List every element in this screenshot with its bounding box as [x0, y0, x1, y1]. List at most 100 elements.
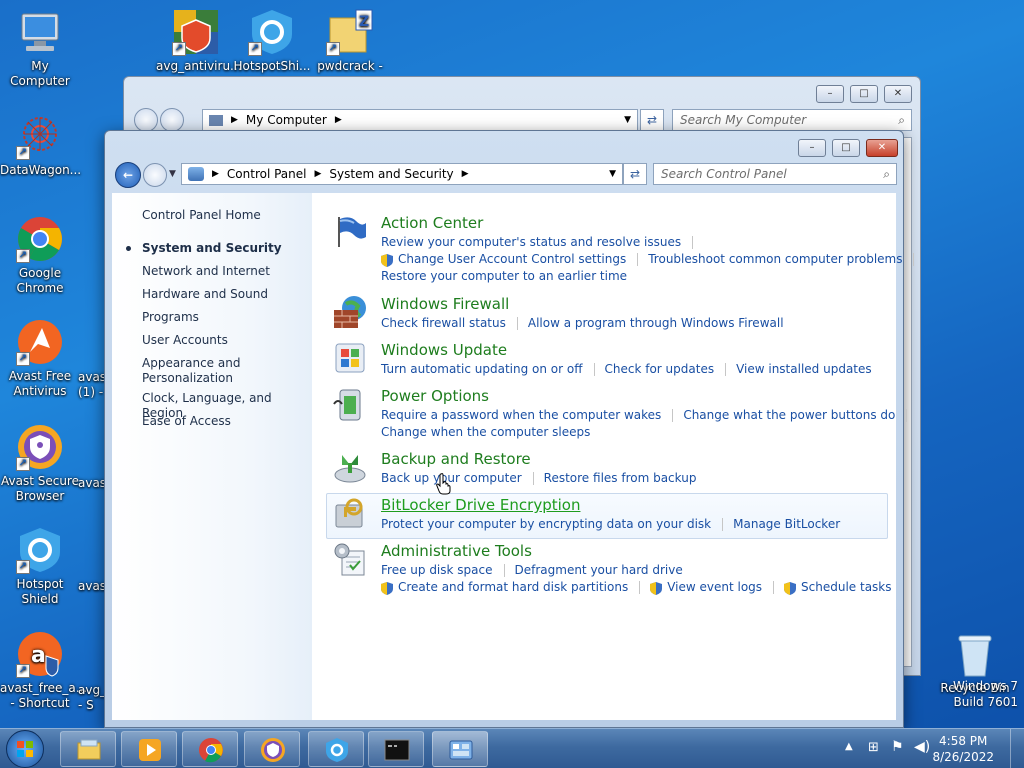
task-link[interactable]: Schedule tasks [801, 579, 891, 595]
desktop-icon-my-computer[interactable]: My Computer [0, 8, 80, 89]
action-center-flag-icon [332, 213, 368, 249]
system-clock[interactable]: 4:58 PM 8/26/2022 [932, 733, 994, 765]
show-hidden-icons-icon[interactable]: ▲ [845, 741, 853, 752]
category-title[interactable]: Backup and Restore [381, 449, 531, 469]
taskbar-explorer[interactable] [60, 731, 116, 767]
task-link[interactable]: View installed updates [736, 361, 872, 377]
task-link[interactable]: Change when the computer sleeps [381, 424, 590, 440]
sidebar-item-appearance[interactable]: Appearance and Personalization [142, 356, 262, 386]
sidebar-item-network-and-internet[interactable]: Network and Internet [142, 264, 270, 279]
taskbar-control-panel[interactable] [432, 731, 488, 767]
volume-icon[interactable]: ◀) [914, 739, 930, 755]
refresh-button[interactable]: ⇄ [640, 109, 664, 131]
forward-button[interactable] [160, 108, 184, 132]
sidebar-item-hardware-and-sound[interactable]: Hardware and Sound [142, 287, 268, 302]
desktop-icon-label: avast_free_a... - Shortcut [0, 681, 88, 710]
task-link[interactable]: Review your computer's status and resolv… [381, 234, 681, 250]
task-link[interactable]: Troubleshoot common computer problems [648, 251, 902, 267]
category-title[interactable]: BitLocker Drive Encryption [381, 495, 580, 515]
start-button[interactable] [6, 730, 44, 768]
folder-icon [77, 739, 101, 760]
minimize-button[interactable]: – [798, 139, 826, 157]
show-desktop-button[interactable] [1010, 729, 1024, 768]
task-link[interactable]: Restore your computer to an earlier time [381, 268, 627, 284]
taskbar-media-player[interactable] [121, 731, 177, 767]
desktop-icon-avg-antivirus[interactable]: ↗ avg_antiviru... [156, 8, 242, 74]
back-button[interactable]: ← [115, 162, 141, 188]
desktop-icon-datawagon[interactable]: ↗ DataWagon... [0, 112, 81, 178]
task-link[interactable]: Check firewall status [381, 315, 506, 331]
sidebar-item-ease-of-access[interactable]: Ease of Access [142, 414, 231, 429]
category-title[interactable]: Windows Update [381, 340, 507, 360]
task-link[interactable]: Require a password when the computer wak… [381, 407, 661, 423]
desktop-icon-hotspotshield-top[interactable]: ↗ HotspotShi... [232, 8, 312, 74]
address-bar[interactable]: ▶ My Computer ▶ ▼ [202, 109, 638, 131]
task-link[interactable]: Check for updates [605, 361, 715, 377]
desktop-icon-hotspot-shield[interactable]: ↗ Hotspot Shield [0, 526, 80, 607]
sidebar-item-system-and-security[interactable]: System and Security [142, 241, 282, 256]
network-icon[interactable]: ⊞ [868, 740, 879, 755]
desktop-icon-label: Avast Free Antivirus [8, 369, 72, 398]
dropdown-arrow-icon[interactable]: ▼ [609, 169, 616, 179]
action-center-flag-icon[interactable]: ⚑ [891, 739, 904, 755]
category-title[interactable]: Administrative Tools [381, 541, 532, 561]
clock-time: 4:58 PM [939, 734, 988, 748]
bitlocker-key-icon [332, 495, 368, 531]
search-input[interactable]: Search Control Panel ⌕ [653, 163, 897, 185]
task-link[interactable]: Protect your computer by encrypting data… [381, 516, 711, 532]
task-link[interactable]: Defragment your hard drive [515, 562, 683, 578]
task-link[interactable]: View event logs [667, 579, 762, 595]
task-link[interactable]: Turn automatic updating on or off [381, 361, 583, 377]
sidebar-item-user-accounts[interactable]: User Accounts [142, 333, 228, 348]
back-button[interactable] [134, 108, 158, 132]
task-link[interactable]: Create and format hard disk partitions [398, 579, 628, 595]
refresh-button[interactable]: ⇄ [623, 163, 647, 185]
maximize-button[interactable]: □ [850, 85, 878, 103]
category-title[interactable]: Power Options [381, 386, 489, 406]
shortcut-arrow-icon: ↗ [16, 457, 30, 471]
recent-pages-icon[interactable]: ▼ [169, 169, 176, 179]
task-link[interactable]: Free up disk space [381, 562, 493, 578]
desktop-icon-label: HotspotShi... [233, 59, 311, 73]
desktop-icon-label: avg_antiviru... [156, 59, 242, 73]
taskbar-avast-browser[interactable] [244, 731, 300, 767]
category-title[interactable]: Windows Firewall [381, 294, 509, 314]
task-line: Restore your computer to an earlier time [381, 268, 627, 284]
minimize-button[interactable]: – [816, 85, 844, 103]
dropdown-arrow-icon[interactable]: ▼ [624, 115, 631, 125]
task-link[interactable]: Change User Account Control settings [398, 251, 626, 267]
datawagon-icon: ↗ [16, 112, 64, 160]
uac-shield-icon [650, 581, 663, 595]
close-button[interactable]: ✕ [866, 139, 898, 157]
address-bar[interactable]: ▶ Control Panel ▶ System and Security ▶ … [181, 163, 623, 185]
desktop-icon-avast-browser[interactable]: ↗ Avast Secure Browser [0, 423, 80, 504]
maximize-button[interactable]: □ [832, 139, 860, 157]
desktop-icon-avast-shortcut[interactable]: a ↗ avast_free_a... - Shortcut [0, 630, 88, 711]
hand-cursor-icon [436, 473, 451, 495]
breadcrumb-control-panel[interactable]: Control Panel [227, 167, 307, 181]
desktop-icon-chrome[interactable]: ↗ Google Chrome [0, 215, 80, 296]
close-button[interactable]: ✕ [884, 85, 912, 103]
taskbar-command-prompt[interactable] [368, 731, 424, 767]
address-text: My Computer [245, 113, 327, 127]
shortcut-arrow-icon: ↗ [16, 352, 30, 366]
desktop-icon-avast-free[interactable]: ↗ Avast Free Antivirus [0, 318, 80, 399]
sidebar-item-programs[interactable]: Programs [142, 310, 199, 325]
taskbar-chrome[interactable] [182, 731, 238, 767]
search-input[interactable]: Search My Computer ⌕ [672, 109, 912, 131]
forward-button[interactable] [143, 163, 167, 187]
control-panel-window[interactable]: – □ ✕ ← ▼ ▶ Control Panel ▶ System and S… [104, 130, 915, 728]
breadcrumb-system-and-security[interactable]: System and Security [329, 167, 453, 181]
task-link[interactable]: Allow a program through Windows Firewall [528, 315, 784, 331]
separator [532, 471, 534, 485]
windows-update-icon [332, 340, 368, 376]
category-title[interactable]: Action Center [381, 213, 483, 233]
separator [516, 316, 518, 330]
taskbar-hotspot-shield[interactable] [308, 731, 364, 767]
task-link[interactable]: Manage BitLocker [733, 516, 840, 532]
task-link[interactable]: Restore files from backup [544, 470, 697, 486]
task-link[interactable]: Change what the power buttons do [683, 407, 895, 423]
main-content: Action Center Review your computer's sta… [312, 193, 915, 720]
sidebar-item-control-panel-home[interactable]: Control Panel Home [142, 208, 261, 223]
desktop-icon-pwdcrack[interactable]: Z ↗ pwdcrack - [310, 8, 390, 74]
